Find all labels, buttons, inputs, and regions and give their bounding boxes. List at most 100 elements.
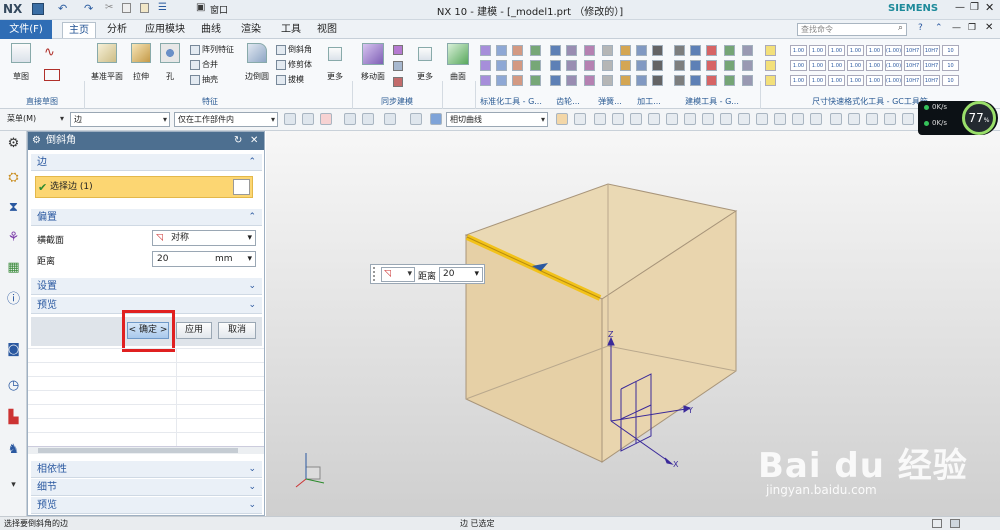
snap-option-icon[interactable] [738, 113, 750, 125]
edge-blend-button[interactable]: 边倒圆 [240, 43, 274, 82]
gc-tool-icon[interactable] [584, 75, 595, 86]
gc-tool-icon[interactable] [690, 60, 701, 71]
gc-tool-icon[interactable] [530, 60, 541, 71]
dimension-format-icon[interactable]: 1.00 [809, 75, 826, 86]
view-select-icon[interactable] [384, 113, 396, 125]
float-cross-section-select[interactable]: ◹ ▾ [381, 267, 415, 282]
snap-option-icon[interactable] [684, 113, 696, 125]
gc-tool-icon[interactable] [550, 45, 561, 56]
cancel-button[interactable]: 取消 [218, 322, 256, 339]
group-modeling-tools[interactable]: 建模工具 - G... [668, 96, 756, 107]
status-full-screen-icon[interactable] [950, 519, 960, 528]
dimension-format-icon[interactable]: 10H7 [904, 60, 921, 71]
paste-icon[interactable] [140, 3, 149, 13]
snap-option-icon[interactable] [774, 113, 786, 125]
move-face-button[interactable]: 移动面 [358, 43, 388, 82]
gc-tool-icon[interactable] [550, 75, 561, 86]
snap-option-icon[interactable] [810, 113, 822, 125]
gc-tool-icon[interactable] [674, 60, 685, 71]
distance-input[interactable]: 20 mm ▾ [152, 251, 256, 267]
dimension-format-icon[interactable]: (1.00) [885, 60, 902, 71]
gc-tool-icon[interactable] [480, 75, 491, 86]
tab-curve[interactable]: 曲线 [196, 22, 226, 38]
tab-render[interactable]: 渲染 [236, 22, 266, 38]
group-machining[interactable]: 加工... [630, 96, 668, 107]
snap-option-icon[interactable] [556, 113, 568, 125]
gc-tool-icon[interactable] [496, 60, 507, 71]
dimension-format-icon[interactable]: 10H7 [904, 75, 921, 86]
snap-option-icon[interactable] [594, 113, 606, 125]
gc-tool-icon[interactable] [512, 45, 523, 56]
tab-view[interactable]: 视图 [312, 22, 342, 38]
section-preview2-header[interactable]: 预览 ⌄ [31, 497, 262, 514]
trim-body-button[interactable]: 修剪体 [276, 59, 312, 70]
dimension-tool-icon[interactable] [765, 60, 776, 71]
gc-tool-icon[interactable] [620, 45, 631, 56]
gc-tool-icon[interactable] [690, 75, 701, 86]
gc-tool-icon[interactable] [724, 60, 735, 71]
surface-button[interactable]: 曲面 [444, 43, 472, 82]
doc-minimize-icon[interactable]: — [952, 23, 961, 33]
gc-tool-icon[interactable] [530, 45, 541, 56]
gc-tool-icon[interactable] [742, 60, 753, 71]
datum-plane-button[interactable]: 基准平面 [88, 43, 126, 82]
pull-face-icon[interactable] [393, 45, 403, 55]
group-spring[interactable]: 弹簧... [590, 96, 630, 107]
deselect-icon[interactable] [302, 113, 314, 125]
offset-region-icon[interactable] [393, 61, 403, 71]
chamfer-button[interactable]: 倒斜角 [276, 44, 312, 55]
gc-tool-icon[interactable] [496, 45, 507, 56]
dimension-format-icon[interactable]: 1.00 [866, 75, 883, 86]
snap-point-icon[interactable] [320, 113, 332, 125]
redo-icon[interactable]: ↷ [84, 2, 93, 15]
gc-tool-icon[interactable] [620, 60, 631, 71]
minimize-icon[interactable]: — [955, 2, 965, 13]
doc-close-icon[interactable]: ✕ [985, 22, 993, 33]
dimension-format-icon[interactable]: 1.00 [866, 60, 883, 71]
snap-option-icon[interactable] [702, 113, 714, 125]
curve-icon[interactable]: ∿ [44, 45, 55, 60]
constraint-navigator-icon[interactable]: ⧗ [5, 199, 22, 216]
dimension-format-icon[interactable]: 10H7 [904, 45, 921, 56]
dimension-format-icon[interactable]: (1.00) [885, 75, 902, 86]
snap-option-icon[interactable] [720, 113, 732, 125]
gc-tool-icon[interactable] [530, 75, 541, 86]
group-standard-tools[interactable]: 标准化工具 - G... [475, 96, 547, 107]
dimension-format-icon[interactable]: 1.00 [809, 60, 826, 71]
dimension-format-icon[interactable]: 10H7 [923, 45, 940, 56]
snap-option-icon[interactable] [612, 113, 624, 125]
dimension-format-icon[interactable]: 1.00 [828, 45, 845, 56]
gc-tool-icon[interactable] [496, 75, 507, 86]
restore-icon[interactable]: ❐ [970, 2, 979, 13]
copy-icon[interactable] [122, 3, 131, 13]
dimension-tool-icon[interactable] [765, 75, 776, 86]
group-feature[interactable]: 特征 [140, 96, 280, 107]
group-sync-modeling[interactable]: 同步建模 [352, 96, 442, 107]
dimension-format-icon[interactable]: 10H7 [923, 60, 940, 71]
snap-option-icon[interactable] [666, 113, 678, 125]
gc-tool-icon[interactable] [566, 60, 577, 71]
collapse-ribbon-icon[interactable]: ⌃ [935, 23, 943, 33]
save-icon[interactable] [32, 3, 44, 15]
snap-option-icon[interactable] [574, 113, 586, 125]
snap-option-icon[interactable] [756, 113, 768, 125]
tab-analysis[interactable]: 分析 [102, 22, 132, 38]
gc-tool-icon[interactable] [636, 45, 647, 56]
dimension-format-icon[interactable]: 1.00 [809, 45, 826, 56]
command-search-input[interactable]: 查找命令 [797, 23, 907, 36]
dimension-format-icon[interactable]: 1.00 [847, 45, 864, 56]
hd3d-tools-icon[interactable]: ⓘ [5, 291, 22, 308]
tab-application[interactable]: 应用模块 [140, 22, 190, 38]
file-menu-tab[interactable]: 文件(F) [0, 20, 52, 39]
search-icon[interactable]: ⌕ [898, 23, 903, 33]
cut-icon[interactable]: ✂ [105, 2, 113, 13]
gc-tool-icon[interactable] [652, 45, 663, 56]
gc-tool-icon[interactable] [480, 60, 491, 71]
gc-tool-icon[interactable] [584, 60, 595, 71]
section-details-header[interactable]: 细节 ⌄ [31, 479, 262, 496]
dimension-format-icon[interactable]: 1.00 [828, 60, 845, 71]
bar-options-icon[interactable]: ▾ [5, 477, 22, 494]
select-filter-icon[interactable] [284, 113, 296, 125]
doc-restore-icon[interactable]: ❐ [968, 23, 976, 33]
snap-option-icon[interactable] [830, 113, 842, 125]
